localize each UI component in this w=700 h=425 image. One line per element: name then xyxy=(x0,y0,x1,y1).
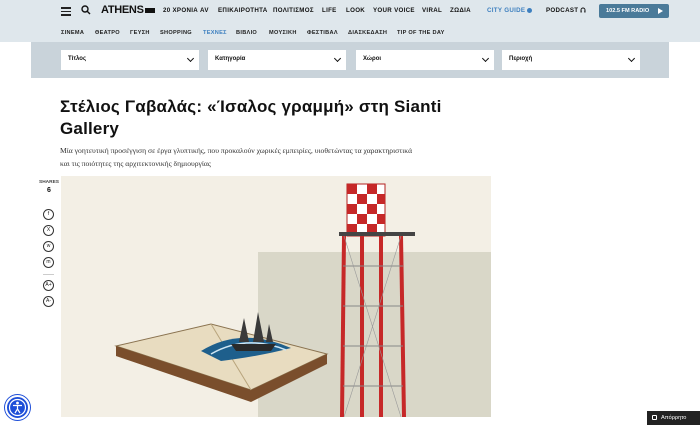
article-lede: Μία γοητευτική προσέγγιση σε έργα γλυπτι… xyxy=(60,146,413,168)
whatsapp-icon: w xyxy=(46,243,51,249)
subnav-item-shopping[interactable]: SHOPPING xyxy=(160,30,192,36)
accessibility-button[interactable] xyxy=(5,395,30,420)
sculpture-illustration xyxy=(61,176,491,417)
facebook-share-button[interactable]: f xyxy=(43,209,54,220)
podcast-link[interactable]: PODCAST xyxy=(546,7,586,14)
subnav-item-books[interactable]: ΒΙΒΛΙΟ xyxy=(236,30,257,36)
shares-label: SHARES xyxy=(39,180,59,185)
nav-item-20-years[interactable]: 20 ΧΡΟΝΙΑ AV xyxy=(163,7,209,14)
logo-box xyxy=(144,7,155,13)
subnav-item-arts[interactable]: ΤΕΧΝΕΣ xyxy=(203,30,227,36)
radio-label: 102.5 FM RADIO xyxy=(606,8,650,14)
accessibility-icon xyxy=(8,398,27,417)
shares-count: 6 xyxy=(47,187,51,194)
subnav-item-music[interactable]: ΜΟΥΣΙΚΗ xyxy=(269,30,297,36)
lock-icon xyxy=(652,415,657,420)
nav-item-zodia[interactable]: ΖΩΔΙΑ xyxy=(450,7,471,14)
subnav-item-tip[interactable]: TIP OF THE DAY xyxy=(397,30,445,36)
chevron-down-icon xyxy=(186,54,195,63)
font-decrease-button[interactable]: A- xyxy=(43,296,54,307)
nav-item-look[interactable]: LOOK xyxy=(346,7,365,14)
radio-button[interactable]: 102.5 FM RADIO xyxy=(599,4,669,18)
whatsapp-share-button[interactable]: w xyxy=(43,241,54,252)
site-logo[interactable]: ATHENS xyxy=(101,4,155,16)
podcast-label: PODCAST xyxy=(546,7,579,14)
subnav-item-festivals[interactable]: ΦΕΣΤΙΒΑΛ xyxy=(307,30,338,36)
title-filter[interactable]: Τίτλος xyxy=(61,50,199,70)
facebook-icon: f xyxy=(47,211,50,217)
nav-item-life[interactable]: LIFE xyxy=(322,7,337,14)
font-decrease-icon: A- xyxy=(46,298,51,304)
city-guide-link[interactable]: CITY GUIDE xyxy=(487,7,533,14)
share-counter: SHARES 6 xyxy=(38,180,60,194)
subnav-item-entertainment[interactable]: ΔΙΑΣΚΕΔΑΣΗ xyxy=(348,30,387,36)
venues-filter-label: Χώροι xyxy=(363,56,382,62)
location-pin-icon xyxy=(527,7,533,13)
chevron-down-icon xyxy=(333,54,342,63)
article-hero-image xyxy=(61,176,491,417)
category-filter-label: Κατηγορία xyxy=(215,56,246,62)
logo-text: ATHENS xyxy=(101,4,144,16)
subnav-item-cinema[interactable]: ΣΙΝΕΜΑ xyxy=(61,30,84,36)
play-icon xyxy=(658,8,663,14)
chevron-down-icon xyxy=(481,54,490,63)
menu-icon[interactable] xyxy=(61,7,71,16)
x-share-button[interactable]: X xyxy=(43,225,54,236)
area-filter-label: Περιοχή xyxy=(509,56,533,62)
chevron-down-icon xyxy=(627,54,636,63)
nav-item-news[interactable]: ΕΠΙΚΑΙΡΟΤΗΤΑ xyxy=(218,7,268,14)
sub-navbar: ΣΙΝΕΜΑ ΘΕΑΤΡΟ ΓΕΥΣΗ SHOPPING ΤΕΧΝΕΣ ΒΙΒΛ… xyxy=(0,22,700,42)
privacy-label: Απόρρητο xyxy=(661,415,687,421)
subnav-item-theatre[interactable]: ΘΕΑΤΡΟ xyxy=(95,30,120,36)
email-share-button[interactable]: m xyxy=(43,257,54,268)
area-filter[interactable]: Περιοχή xyxy=(502,50,640,70)
search-icon[interactable] xyxy=(81,5,91,15)
article-title: Στέλιος Γαβαλάς: «Ίσαλος γραμμή» στη Sia… xyxy=(60,97,442,138)
top-navbar: ATHENS 20 ΧΡΟΝΙΑ AV ΕΠΙΚΑΙΡΟΤΗΤΑ ΠΟΛΙΤΙΣ… xyxy=(0,0,700,22)
share-divider xyxy=(43,274,54,275)
venues-filter[interactable]: Χώροι xyxy=(356,50,494,70)
title-filter-label: Τίτλος xyxy=(68,56,87,62)
headphones-icon xyxy=(580,7,586,13)
nav-item-culture[interactable]: ΠΟΛΙΤΙΣΜΟΣ xyxy=(273,7,314,14)
nav-item-your-voice[interactable]: YOUR VOICE xyxy=(373,7,415,14)
privacy-button[interactable]: Απόρρητο xyxy=(647,411,700,425)
subnav-item-food[interactable]: ΓΕΥΣΗ xyxy=(130,30,150,36)
x-icon: X xyxy=(46,227,51,233)
font-increase-button[interactable]: A+ xyxy=(43,280,54,291)
category-filter[interactable]: Κατηγορία xyxy=(208,50,346,70)
font-increase-icon: A+ xyxy=(45,282,52,288)
nav-item-viral[interactable]: VIRAL xyxy=(422,7,442,14)
email-icon: m xyxy=(46,259,51,265)
city-guide-label: CITY GUIDE xyxy=(487,7,526,14)
